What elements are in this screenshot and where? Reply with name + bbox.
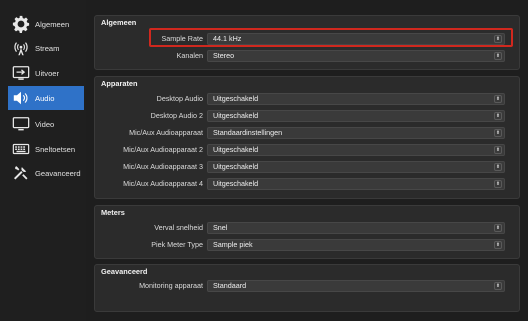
updown-chevron-icon: ⬍	[494, 224, 502, 232]
mic-aux-3-row: Mic/Aux Audioapparaat 3 Uitgeschakeld ⬍	[95, 161, 521, 173]
select-value: 44.1 kHz	[213, 34, 242, 43]
select-value: Sample piek	[213, 240, 253, 249]
audio-settings-panel: Algemeen Sample Rate 44.1 kHz ⬍ Kanalen …	[86, 0, 528, 321]
mic-aux-4-select[interactable]: Uitgeschakeld ⬍	[207, 178, 505, 190]
sidebar-item-stream[interactable]: Stream	[8, 36, 84, 60]
select-value: Uitgeschakeld	[213, 179, 259, 188]
mic-aux-3-label: Mic/Aux Audioapparaat 3	[123, 162, 203, 171]
group-title: Meters	[101, 208, 125, 217]
updown-chevron-icon: ⬍	[494, 146, 502, 154]
select-value: Uitgeschakeld	[213, 145, 259, 154]
sidebar-item-sneltoetsen[interactable]: Sneltoetsen	[8, 137, 84, 161]
select-value: Standaardinstellingen	[213, 128, 283, 137]
sample-rate-label: Sample Rate	[161, 34, 203, 43]
settings-sidebar: Algemeen Stream Uitvoer Audio Video Snel…	[0, 0, 86, 321]
desktop-audio-label: Desktop Audio	[156, 94, 203, 103]
desktop-audio-row: Desktop Audio Uitgeschakeld ⬍	[95, 93, 521, 105]
select-value: Snel	[213, 223, 228, 232]
mic-aux-3-select[interactable]: Uitgeschakeld ⬍	[207, 161, 505, 173]
mic-aux-2-select[interactable]: Uitgeschakeld ⬍	[207, 144, 505, 156]
group-geavanceerd: Geavanceerd Monitoring apparaat Standaar…	[94, 264, 520, 312]
sample-rate-select[interactable]: 44.1 kHz ⬍	[207, 33, 505, 45]
select-value: Uitgeschakeld	[213, 94, 259, 103]
sidebar-item-label: Sneltoetsen	[35, 144, 76, 154]
monitoring-apparaat-select[interactable]: Standaard ⬍	[207, 280, 505, 292]
sidebar-item-label: Algemeen	[35, 19, 70, 29]
sidebar-item-geavanceerd[interactable]: Geavanceerd	[8, 161, 84, 185]
sidebar-item-label: Geavanceerd	[35, 168, 81, 178]
sidebar-item-algemeen[interactable]: Algemeen	[8, 12, 84, 36]
sidebar-item-video[interactable]: Video	[8, 112, 84, 136]
select-value: Uitgeschakeld	[213, 111, 259, 120]
monitoring-apparaat-row: Monitoring apparaat Standaard ⬍	[95, 280, 521, 292]
updown-chevron-icon: ⬍	[494, 129, 502, 137]
updown-chevron-icon: ⬍	[494, 180, 502, 188]
piek-meter-type-row: Piek Meter Type Sample piek ⬍	[95, 239, 521, 251]
keyboard-icon	[11, 139, 31, 159]
piek-meter-type-label: Piek Meter Type	[151, 240, 203, 249]
updown-chevron-icon: ⬍	[494, 163, 502, 171]
desktop-audio-2-select[interactable]: Uitgeschakeld ⬍	[207, 110, 505, 122]
kanalen-select[interactable]: Stereo ⬍	[207, 50, 505, 62]
sidebar-item-label: Audio	[35, 93, 55, 103]
verval-snelheid-label: Verval snelheid	[154, 223, 203, 232]
gear-icon	[11, 14, 31, 34]
sample-rate-row: Sample Rate 44.1 kHz ⬍	[95, 33, 521, 45]
sidebar-item-label: Video	[35, 119, 55, 129]
updown-chevron-icon: ⬍	[494, 95, 502, 103]
desktop-audio-select[interactable]: Uitgeschakeld ⬍	[207, 93, 505, 105]
updown-chevron-icon: ⬍	[494, 241, 502, 249]
verval-snelheid-select[interactable]: Snel ⬍	[207, 222, 505, 234]
mic-aux-2-label: Mic/Aux Audioapparaat 2	[123, 145, 203, 154]
desktop-audio-2-row: Desktop Audio 2 Uitgeschakeld ⬍	[95, 110, 521, 122]
verval-snelheid-row: Verval snelheid Snel ⬍	[95, 222, 521, 234]
group-algemeen: Algemeen Sample Rate 44.1 kHz ⬍ Kanalen …	[94, 15, 520, 70]
piek-meter-type-select[interactable]: Sample piek ⬍	[207, 239, 505, 251]
updown-chevron-icon: ⬍	[494, 35, 502, 43]
mic-aux-row: Mic/Aux Audioapparaat Standaardinstellin…	[95, 127, 521, 139]
mic-aux-select[interactable]: Standaardinstellingen ⬍	[207, 127, 505, 139]
group-title: Algemeen	[101, 18, 137, 27]
group-title: Apparaten	[101, 79, 138, 88]
desktop-audio-2-label: Desktop Audio 2	[150, 111, 203, 120]
updown-chevron-icon: ⬍	[494, 112, 502, 120]
sidebar-item-label: Stream	[35, 43, 60, 53]
output-icon	[11, 63, 31, 83]
tools-icon	[11, 163, 31, 183]
broadcast-icon	[11, 38, 31, 58]
group-apparaten: Apparaten Desktop Audio Uitgeschakeld ⬍ …	[94, 76, 520, 199]
group-title: Geavanceerd	[101, 267, 148, 276]
monitor-icon	[11, 114, 31, 134]
select-value: Stereo	[213, 51, 235, 60]
mic-aux-2-row: Mic/Aux Audioapparaat 2 Uitgeschakeld ⬍	[95, 144, 521, 156]
select-value: Standaard	[213, 281, 247, 290]
monitoring-apparaat-label: Monitoring apparaat	[139, 281, 203, 290]
speaker-icon	[11, 88, 31, 108]
sidebar-item-label: Uitvoer	[35, 68, 60, 78]
sidebar-item-audio[interactable]: Audio	[8, 86, 84, 110]
updown-chevron-icon: ⬍	[494, 282, 502, 290]
kanalen-row: Kanalen Stereo ⬍	[95, 50, 521, 62]
mic-aux-4-row: Mic/Aux Audioapparaat 4 Uitgeschakeld ⬍	[95, 178, 521, 190]
select-value: Uitgeschakeld	[213, 162, 259, 171]
updown-chevron-icon: ⬍	[494, 52, 502, 60]
group-meters: Meters Verval snelheid Snel ⬍ Piek Meter…	[94, 205, 520, 259]
kanalen-label: Kanalen	[176, 51, 203, 60]
mic-aux-label: Mic/Aux Audioapparaat	[129, 128, 203, 137]
mic-aux-4-label: Mic/Aux Audioapparaat 4	[123, 179, 203, 188]
sidebar-item-uitvoer[interactable]: Uitvoer	[8, 61, 84, 85]
